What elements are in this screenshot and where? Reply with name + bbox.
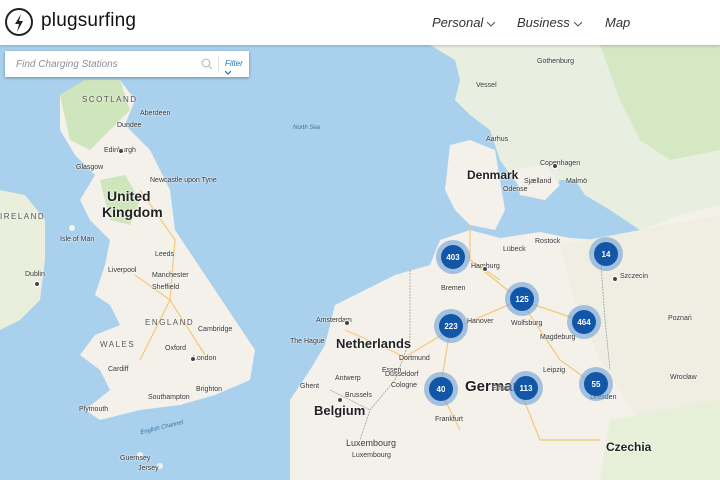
city-dot	[482, 266, 488, 272]
city-label: Aberdeen	[140, 110, 171, 117]
top-header: plugsurfing Personal Business Map	[0, 0, 720, 45]
city-dot	[337, 397, 343, 403]
city-label: Newcastle upon Tyne	[150, 177, 217, 184]
charging-cluster[interactable]: 55	[584, 372, 608, 396]
city-label: Sheffield	[152, 284, 180, 291]
city-dot	[34, 281, 40, 287]
city-label: Erfurt	[492, 385, 510, 392]
city-dot	[344, 320, 350, 326]
country-label: IRELAND	[0, 212, 46, 221]
country-label: Kingdom	[102, 204, 163, 220]
country-label: United	[107, 188, 151, 204]
city-label: Glasgow	[76, 164, 104, 171]
city-dot	[190, 356, 196, 362]
nav-item-map[interactable]: Map	[605, 15, 630, 30]
city-label: Gothenburg	[537, 58, 574, 65]
country-label: Belgium	[314, 403, 366, 418]
charging-cluster[interactable]: 223	[439, 314, 463, 338]
city-label: Wolfsburg	[511, 320, 543, 327]
country-label: Luxembourg	[346, 438, 397, 448]
city-label: Isle of Man	[60, 236, 95, 243]
chevron-down-icon	[573, 15, 583, 30]
city-label: Oxford	[165, 345, 187, 352]
city-label: Antwerp	[335, 375, 361, 382]
lightning-logo-icon[interactable]	[5, 8, 33, 36]
filter-button[interactable]: Filter	[224, 59, 249, 77]
charging-cluster[interactable]: 464	[572, 310, 596, 334]
city-dot	[552, 163, 558, 169]
city-label: Poznań	[668, 315, 692, 322]
chevron-down-icon	[224, 70, 232, 75]
city-label: Jersey	[138, 465, 159, 472]
city-dot	[612, 276, 618, 282]
city-label: Guernsey	[120, 455, 151, 462]
charging-cluster[interactable]: 40	[429, 377, 453, 401]
city-label: Leeds	[155, 251, 175, 258]
search-bar: Filter	[5, 51, 249, 77]
charging-cluster[interactable]: 125	[510, 287, 534, 311]
charging-cluster[interactable]: 14	[594, 242, 618, 266]
country-label: Netherlands	[336, 336, 412, 351]
charging-cluster[interactable]: 403	[441, 245, 465, 269]
city-label: Düsseldorf	[385, 371, 419, 378]
city-label: Rostock	[535, 238, 561, 245]
water-label: North Sea	[293, 125, 321, 131]
region-label: SCOTLAND	[82, 95, 138, 104]
city-label: Frankfurt	[435, 416, 464, 423]
city-label: Manchester	[152, 272, 189, 279]
city-label: Aarhus	[486, 136, 509, 143]
charging-cluster[interactable]: 113	[514, 376, 538, 400]
region-label: WALES	[100, 340, 136, 349]
nav-label: Personal	[432, 15, 484, 30]
city-label: Vessel	[476, 82, 497, 89]
city-label: Wrocław	[670, 374, 697, 381]
city-label: Dortmund	[399, 355, 430, 362]
city-label: Ghent	[300, 383, 320, 390]
city-label: Sjælland	[524, 178, 552, 185]
city-label: Leipzig	[543, 367, 566, 374]
city-label: Hanover	[467, 318, 494, 325]
city-label: Copenhagen	[540, 160, 581, 167]
city-label: Dundee	[117, 122, 142, 129]
divider	[218, 55, 219, 73]
city-label: Liverpool	[108, 267, 137, 274]
nav-item-personal[interactable]: Personal	[432, 15, 496, 30]
city-label: Bremen	[441, 285, 466, 292]
city-label: London	[193, 355, 217, 362]
city-label: Dublin	[25, 271, 45, 278]
chevron-down-icon	[486, 15, 496, 30]
city-label: Magdeburg	[540, 334, 576, 341]
city-label: Brighton	[196, 386, 223, 393]
search-icon[interactable]	[201, 57, 213, 75]
city-label: Cardiff	[108, 366, 129, 373]
city-label: Cambridge	[198, 326, 233, 333]
filter-label: Filter	[225, 59, 243, 68]
city-label: Lübeck	[503, 246, 526, 253]
city-label: The Hague	[290, 338, 325, 345]
nav-item-business[interactable]: Business	[517, 15, 583, 30]
nav-label: Business	[517, 15, 570, 30]
city-label: Brussels	[345, 392, 372, 399]
city-label: Plymouth	[79, 406, 109, 413]
city-label: Southampton	[148, 394, 190, 401]
search-input[interactable]	[5, 51, 195, 77]
country-label: Czechia	[606, 440, 652, 454]
region-label: ENGLAND	[145, 318, 195, 327]
country-label: Denmark	[467, 168, 519, 182]
city-label: Malmö	[566, 178, 588, 185]
city-dot	[118, 148, 124, 154]
brand-name[interactable]: plugsurfing	[41, 10, 136, 32]
city-label: Odense	[503, 186, 528, 193]
city-label: Luxembourg	[352, 452, 391, 459]
city-label: Cologne	[391, 382, 418, 389]
city-label: Szczecin	[620, 273, 649, 280]
